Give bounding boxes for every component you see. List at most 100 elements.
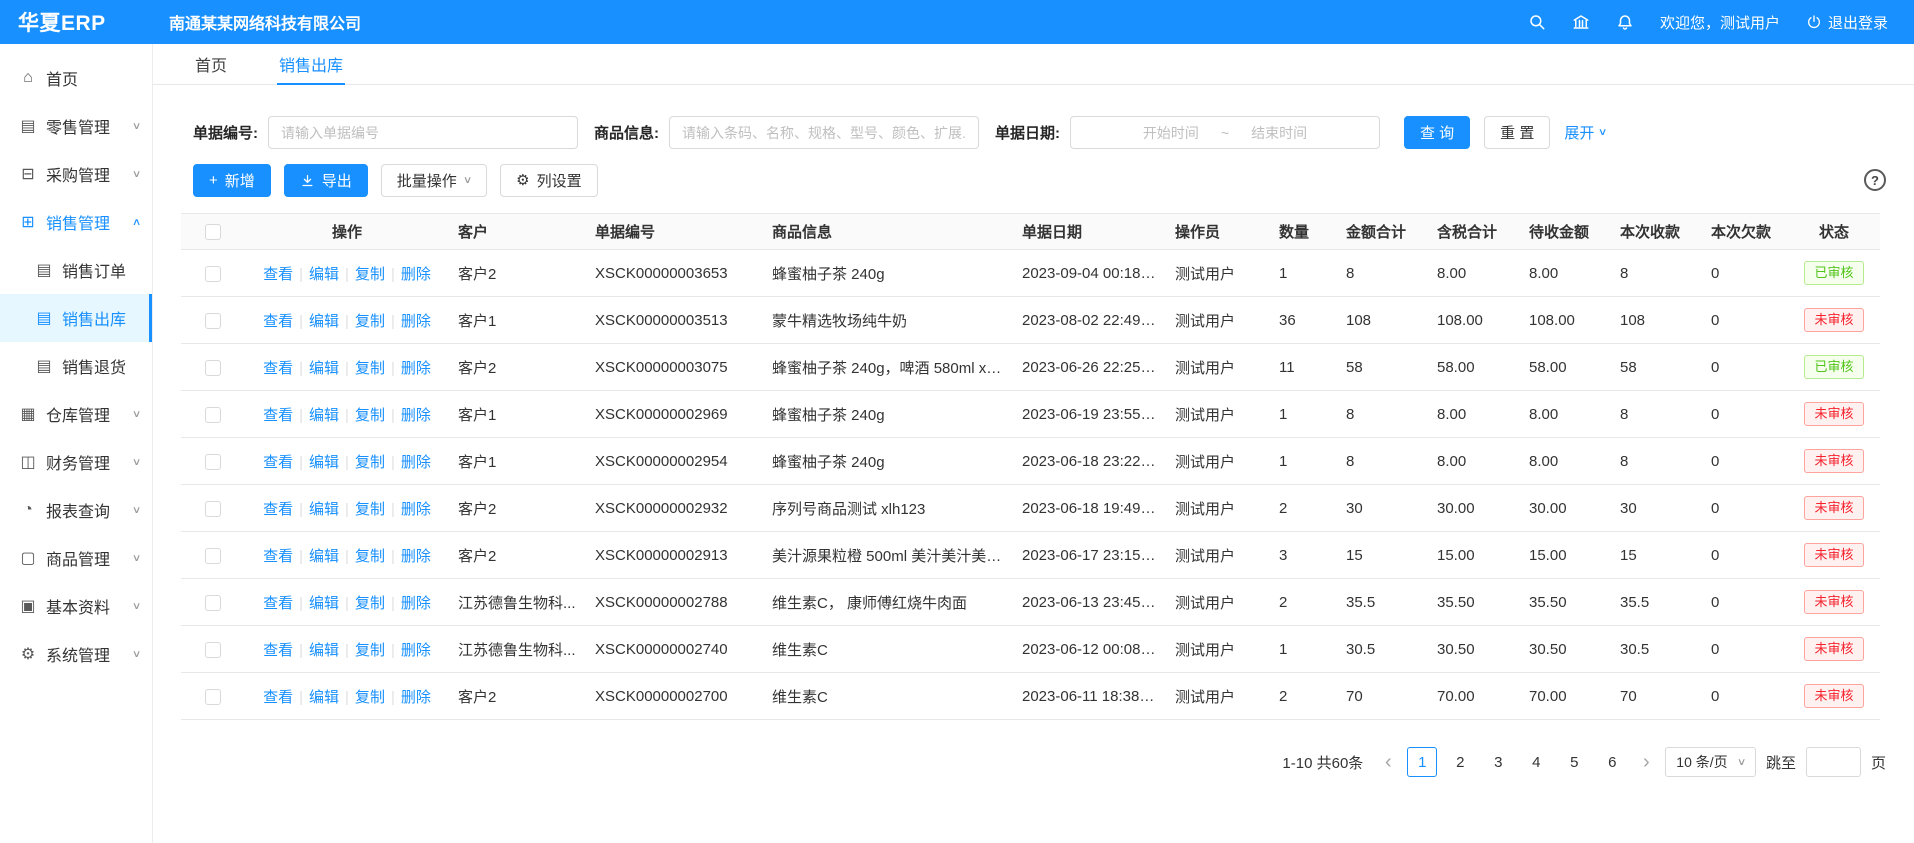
row-checkbox[interactable]	[205, 454, 221, 470]
view-link[interactable]: 查看	[263, 689, 293, 706]
sidebar-item-purchase[interactable]: ⊟ 采购管理 ∨	[0, 150, 152, 198]
copy-link[interactable]: 复制	[355, 266, 385, 283]
copy-link[interactable]: 复制	[355, 501, 385, 518]
edit-link[interactable]: 编辑	[309, 360, 339, 377]
sidebar-item-system[interactable]: ⚙ 系统管理 ∨	[0, 630, 152, 678]
page-button-5[interactable]: 5	[1559, 747, 1589, 777]
delete-link[interactable]: 删除	[401, 548, 431, 565]
help-icon[interactable]: ?	[1864, 169, 1886, 191]
status-cell: 未审核	[1788, 673, 1880, 720]
delete-link[interactable]: 删除	[401, 313, 431, 330]
batch-operations-button[interactable]: 批量操作 ∨	[381, 164, 487, 197]
edit-link[interactable]: 编辑	[309, 689, 339, 706]
date-range-input[interactable]: 开始时间 ~ 结束时间	[1070, 116, 1380, 149]
row-checkbox[interactable]	[205, 501, 221, 517]
edit-link[interactable]: 编辑	[309, 313, 339, 330]
sidebar-item-basic[interactable]: ▣ 基本资料 ∨	[0, 582, 152, 630]
row-checkbox[interactable]	[205, 689, 221, 705]
copy-link[interactable]: 复制	[355, 642, 385, 659]
menu-label: 采购管理	[46, 162, 133, 186]
delete-link[interactable]: 删除	[401, 501, 431, 518]
reset-button[interactable]: 重 置	[1484, 116, 1550, 149]
product-info-input[interactable]	[669, 116, 979, 149]
copy-link[interactable]: 复制	[355, 313, 385, 330]
sidebar-item-home[interactable]: ⌂ 首页	[0, 54, 152, 102]
chevron-icon: ∨	[132, 409, 142, 420]
sidebar-item-sales-outbound[interactable]: ▤ 销售出库	[0, 294, 152, 342]
delete-link[interactable]: 删除	[401, 360, 431, 377]
view-link[interactable]: 查看	[263, 642, 293, 659]
row-checkbox[interactable]	[205, 642, 221, 658]
row-checkbox[interactable]	[205, 595, 221, 611]
view-link[interactable]: 查看	[263, 313, 293, 330]
operator-cell: 测试用户	[1166, 626, 1270, 673]
copy-link[interactable]: 复制	[355, 548, 385, 565]
jump-page-input[interactable]	[1806, 747, 1861, 777]
page-button-1[interactable]: 1	[1407, 747, 1437, 777]
copy-link[interactable]: 复制	[355, 595, 385, 612]
view-link[interactable]: 查看	[263, 407, 293, 424]
bank-icon[interactable]	[1572, 13, 1590, 31]
copy-link[interactable]: 复制	[355, 689, 385, 706]
sidebar-item-reports[interactable]: ◔ 报表查询 ∨	[0, 486, 152, 534]
search-icon[interactable]	[1528, 13, 1546, 31]
edit-link[interactable]: 编辑	[309, 407, 339, 424]
expand-link[interactable]: 展开 ∨	[1564, 122, 1606, 143]
search-button[interactable]: 查 询	[1404, 116, 1470, 149]
sidebar-item-sales[interactable]: ⊞ 销售管理 ∧	[0, 198, 152, 246]
sidebar-item-finance[interactable]: ◫ 财务管理 ∨	[0, 438, 152, 486]
tab-sales-outbound[interactable]: 销售出库	[277, 44, 345, 85]
delete-link[interactable]: 删除	[401, 407, 431, 424]
page-button-2[interactable]: 2	[1445, 747, 1475, 777]
row-checkbox[interactable]	[205, 266, 221, 282]
column-settings-button[interactable]: ⚙ 列设置	[500, 164, 597, 197]
delete-link[interactable]: 删除	[401, 266, 431, 283]
copy-link[interactable]: 复制	[355, 407, 385, 424]
edit-link[interactable]: 编辑	[309, 548, 339, 565]
add-button[interactable]: + 新增	[193, 164, 271, 197]
select-all-checkbox[interactable]	[205, 224, 221, 240]
sidebar-item-sales-order[interactable]: ▤ 销售订单	[0, 246, 152, 294]
doc-no-input[interactable]	[268, 116, 578, 149]
copy-link[interactable]: 复制	[355, 454, 385, 471]
row-checkbox[interactable]	[205, 407, 221, 423]
sidebar-item-warehouse[interactable]: ▦ 仓库管理 ∨	[0, 390, 152, 438]
edit-link[interactable]: 编辑	[309, 642, 339, 659]
sidebar-item-sales-return[interactable]: ▤ 销售退货	[0, 342, 152, 390]
edit-link[interactable]: 编辑	[309, 454, 339, 471]
delete-link[interactable]: 删除	[401, 454, 431, 471]
tab-home[interactable]: 首页	[193, 44, 229, 85]
view-link[interactable]: 查看	[263, 454, 293, 471]
receivable-cell: 108.00	[1520, 297, 1611, 344]
logout-button[interactable]: 退出登录	[1806, 12, 1888, 33]
prev-page-button[interactable]: ‹	[1379, 747, 1397, 777]
sidebar-item-retail[interactable]: ▤ 零售管理 ∨	[0, 102, 152, 150]
page-size-select[interactable]: 10 条/页 ∨	[1665, 747, 1756, 777]
edit-link[interactable]: 编辑	[309, 501, 339, 518]
tax-total-cell: 70.00	[1428, 673, 1520, 720]
page-size-value: 10 条/页	[1676, 752, 1727, 772]
page-button-4[interactable]: 4	[1521, 747, 1551, 777]
edit-link[interactable]: 编辑	[309, 595, 339, 612]
delete-link[interactable]: 删除	[401, 595, 431, 612]
view-link[interactable]: 查看	[263, 266, 293, 283]
copy-link[interactable]: 复制	[355, 360, 385, 377]
view-link[interactable]: 查看	[263, 501, 293, 518]
edit-link[interactable]: 编辑	[309, 266, 339, 283]
row-checkbox[interactable]	[205, 360, 221, 376]
delete-link[interactable]: 删除	[401, 642, 431, 659]
menu-icon: ⊟	[18, 164, 38, 184]
row-checkbox[interactable]	[205, 313, 221, 329]
sidebar-item-goods[interactable]: ▢ 商品管理 ∨	[0, 534, 152, 582]
next-page-button[interactable]: ›	[1637, 747, 1655, 777]
view-link[interactable]: 查看	[263, 595, 293, 612]
view-link[interactable]: 查看	[263, 360, 293, 377]
doc-date-label: 单据日期:	[995, 122, 1060, 143]
view-link[interactable]: 查看	[263, 548, 293, 565]
page-button-3[interactable]: 3	[1483, 747, 1513, 777]
export-button[interactable]: 导出	[284, 164, 368, 197]
delete-link[interactable]: 删除	[401, 689, 431, 706]
page-button-6[interactable]: 6	[1597, 747, 1627, 777]
row-checkbox[interactable]	[205, 548, 221, 564]
bell-icon[interactable]	[1616, 13, 1634, 31]
